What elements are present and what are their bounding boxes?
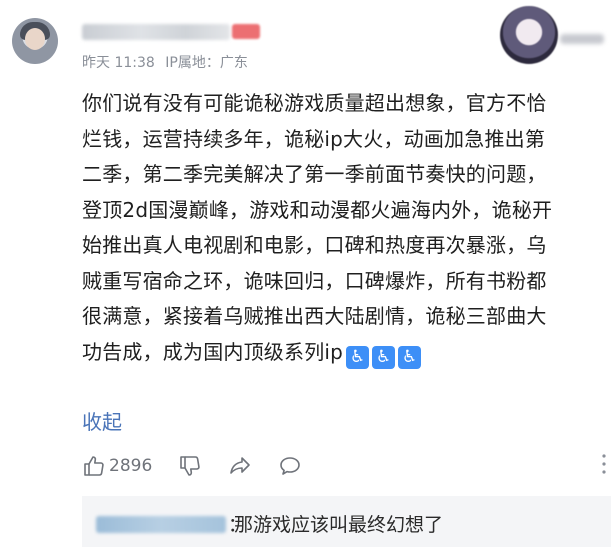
reply-text: 那游戏应该叫最终幻想了 <box>234 514 444 536</box>
ip-location: IP属地：广东 <box>165 55 248 71</box>
comment-line: 贼重写宿命之环，诡味回归，口碑爆炸，所有书粉都 <box>82 268 547 293</box>
reply-username-blurred[interactable] <box>96 516 226 533</box>
comment-line: 功告成，成为国内顶级系列ip <box>82 339 344 364</box>
wheelchair-emoji-icon: ♿ <box>398 345 422 369</box>
like-button[interactable]: 2896 <box>82 454 152 478</box>
wheelchair-emoji-icon: ♿ <box>346 345 370 369</box>
user-badge-blurred <box>232 24 260 39</box>
decorative-avatar-blurred <box>484 4 611 70</box>
commenter-avatar[interactable] <box>12 18 58 64</box>
comment-actions: 2896 <box>82 452 328 480</box>
more-button[interactable] <box>596 452 611 476</box>
comment-last-line: 功告成，成为国内顶级系列ip ♿ ♿ ♿ <box>82 335 607 371</box>
reply-button[interactable] <box>278 454 302 478</box>
comment-line: 登顶2d国漫巅峰，游戏和动漫都火遍海内外，诡秘开 <box>82 197 553 222</box>
share-icon <box>230 457 251 474</box>
comment-time: 昨天 11:38 <box>82 55 155 71</box>
dislike-button[interactable] <box>178 454 202 478</box>
more-icon <box>602 454 606 474</box>
comment-icon <box>280 457 301 475</box>
comment-line: 你们说有没有可能诡秘游戏质量超出想象，官方不恰 <box>82 91 547 115</box>
comment-line: 很满意，紧接着乌贼推出西大陆剧情，诡秘三部曲大 <box>82 304 547 328</box>
comment-line: 烂钱，运营持续多年，诡秘ip大火，动画加急推出第 <box>82 126 546 151</box>
username-blurred[interactable] <box>82 24 230 40</box>
comment-body: 你们说有没有可能诡秘游戏质量超出想象，官方不恰 烂钱，运营持续多年，诡秘ip大火… <box>82 86 607 370</box>
thumbs-down-icon <box>180 456 200 476</box>
reply-preview[interactable]: ： 那游戏应该叫最终幻想了 <box>82 496 611 547</box>
thumbs-up-icon <box>84 456 104 476</box>
collapse-link[interactable]: 收起 <box>82 406 122 435</box>
like-count: 2896 <box>109 456 153 476</box>
comment-meta: 昨天 11:38 IP属地：广东 <box>82 52 254 72</box>
wheelchair-emoji-icon: ♿ <box>372 345 396 369</box>
share-button[interactable] <box>228 454 252 478</box>
comment-line: 二季，第二季完美解决了第一季前面节奏快的问题， <box>82 162 547 186</box>
comment-line: 始推出真人电视剧和电影，口碑和热度再次暴涨，乌 <box>82 233 547 257</box>
